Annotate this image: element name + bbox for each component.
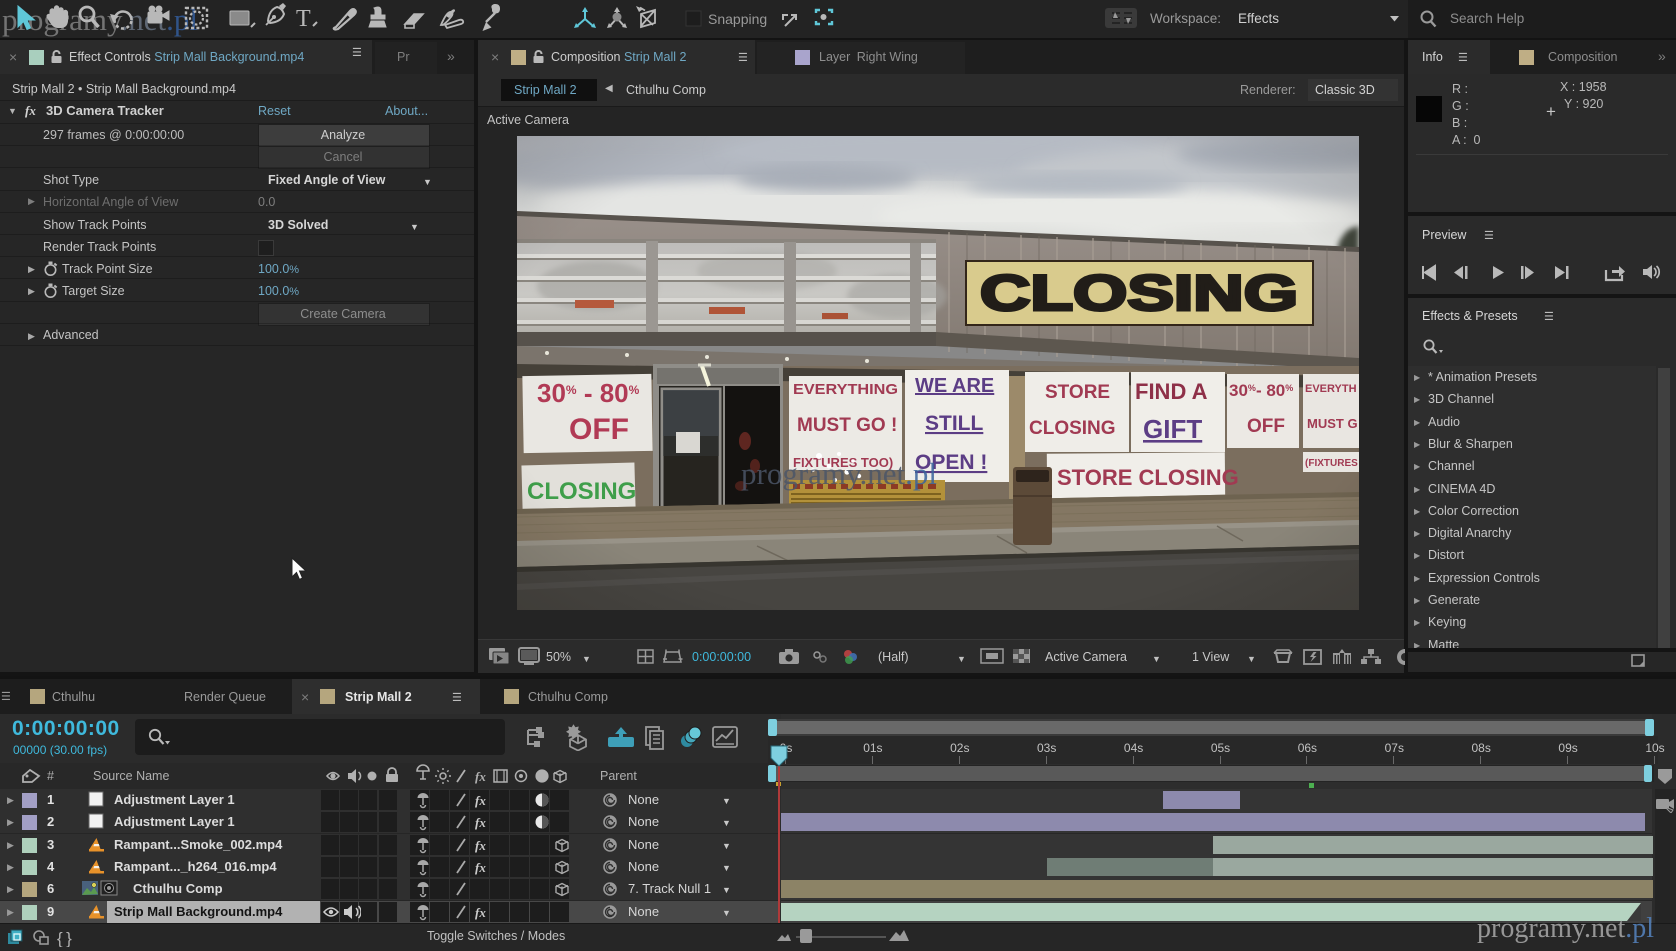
- svg-text:fx: fx: [475, 838, 486, 853]
- svg-text:{ }: { }: [57, 929, 72, 947]
- svg-text:fx: fx: [475, 905, 486, 920]
- svg-text:fx: fx: [475, 793, 486, 808]
- svg-text:Workspace:: Workspace:: [1150, 11, 1221, 26]
- svg-text:fx: fx: [475, 769, 486, 784]
- svg-text:Search Help: Search Help: [1450, 11, 1524, 26]
- svg-text:Snapping: Snapping: [708, 11, 767, 27]
- svg-text:fx: fx: [475, 860, 486, 875]
- svg-text:fx: fx: [475, 815, 486, 830]
- svg-text:Effects: Effects: [1238, 11, 1279, 26]
- svg-text:programy.net.pl: programy.net.pl: [741, 456, 937, 491]
- svg-text:T: T: [296, 6, 311, 32]
